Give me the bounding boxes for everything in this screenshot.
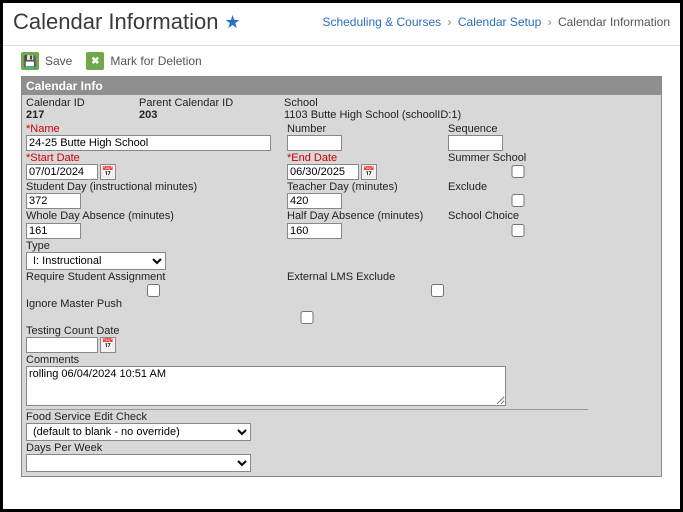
school-value: 1103 Butte High School (schoolID:1) (284, 109, 461, 121)
school-choice-label: School Choice (448, 210, 588, 222)
type-select[interactable]: I: Instructional (26, 252, 166, 270)
whole-day-input[interactable] (26, 223, 81, 239)
start-date-label: *Start Date (26, 152, 281, 164)
teacher-day-input[interactable] (287, 193, 342, 209)
student-day-label: Student Day (instructional minutes) (26, 181, 281, 193)
breadcrumb: Scheduling & Courses › Calendar Setup › … (322, 15, 670, 29)
teacher-day-label: Teacher Day (minutes) (287, 181, 442, 193)
number-input[interactable] (287, 135, 342, 151)
chevron-right-icon: › (448, 15, 452, 29)
exclude-label: Exclude (448, 181, 588, 193)
student-day-input[interactable] (26, 193, 81, 209)
name-input[interactable] (26, 135, 271, 151)
calendar-icon[interactable]: 📅 (361, 164, 377, 180)
testing-count-input[interactable] (26, 337, 98, 353)
ext-lms-checkbox[interactable] (287, 284, 588, 297)
food-service-select[interactable]: (default to blank - no override) (26, 423, 251, 441)
ignore-master-label: Ignore Master Push (26, 298, 588, 310)
half-day-input[interactable] (287, 223, 342, 239)
food-service-label: Food Service Edit Check (26, 411, 588, 423)
testing-count-label: Testing Count Date (26, 325, 588, 337)
type-label: Type (26, 240, 588, 252)
number-label: Number (287, 123, 442, 135)
calendar-info-panel: Calendar Info Calendar ID 217 Parent Cal… (21, 76, 662, 477)
toolbar: Save Mark for Deletion (3, 52, 680, 76)
chevron-right-icon: › (548, 15, 552, 29)
ignore-master-checkbox[interactable] (26, 311, 588, 324)
save-button[interactable]: Save (21, 52, 72, 70)
summer-label: Summer School (448, 152, 588, 164)
mark-delete-button[interactable]: Mark for Deletion (86, 52, 201, 70)
days-per-week-label: Days Per Week (26, 442, 588, 454)
calendar-icon[interactable]: 📅 (100, 337, 116, 353)
parent-id-label: Parent Calendar ID (139, 97, 284, 109)
start-date-input[interactable] (26, 164, 98, 180)
calendar-icon[interactable]: 📅 (100, 164, 116, 180)
whole-day-label: Whole Day Absence (minutes) (26, 210, 281, 222)
school-label: School (284, 97, 461, 109)
divider (3, 45, 680, 46)
half-day-label: Half Day Absence (minutes) (287, 210, 442, 222)
panel-header: Calendar Info (22, 77, 661, 95)
calendar-id-label: Calendar ID (26, 97, 139, 109)
end-date-label: *End Date (287, 152, 442, 164)
comments-label: Comments (26, 354, 588, 366)
breadcrumb-link-calendar-setup[interactable]: Calendar Setup (458, 15, 541, 29)
delete-label: Mark for Deletion (110, 54, 201, 68)
school-choice-checkbox[interactable] (448, 224, 588, 237)
sequence-label: Sequence (448, 123, 588, 135)
save-label: Save (45, 54, 72, 68)
end-date-input[interactable] (287, 164, 359, 180)
exclude-checkbox[interactable] (448, 194, 588, 207)
breadcrumb-current: Calendar Information (558, 15, 670, 29)
parent-id-value: 203 (139, 109, 284, 121)
star-icon[interactable]: ★ (224, 12, 240, 33)
comments-textarea[interactable] (26, 366, 506, 406)
sequence-input[interactable] (448, 135, 503, 151)
page-title: Calendar Information (13, 9, 218, 35)
days-per-week-select[interactable] (26, 454, 251, 472)
require-assign-checkbox[interactable] (26, 284, 281, 297)
delete-icon (86, 52, 104, 70)
save-icon (21, 52, 39, 70)
summer-checkbox[interactable] (448, 165, 588, 178)
require-assign-label: Require Student Assignment (26, 271, 281, 283)
breadcrumb-link-scheduling[interactable]: Scheduling & Courses (322, 15, 441, 29)
name-label: *Name (26, 123, 281, 135)
ext-lms-label: External LMS Exclude (287, 271, 588, 283)
calendar-id-value: 217 (26, 109, 139, 121)
